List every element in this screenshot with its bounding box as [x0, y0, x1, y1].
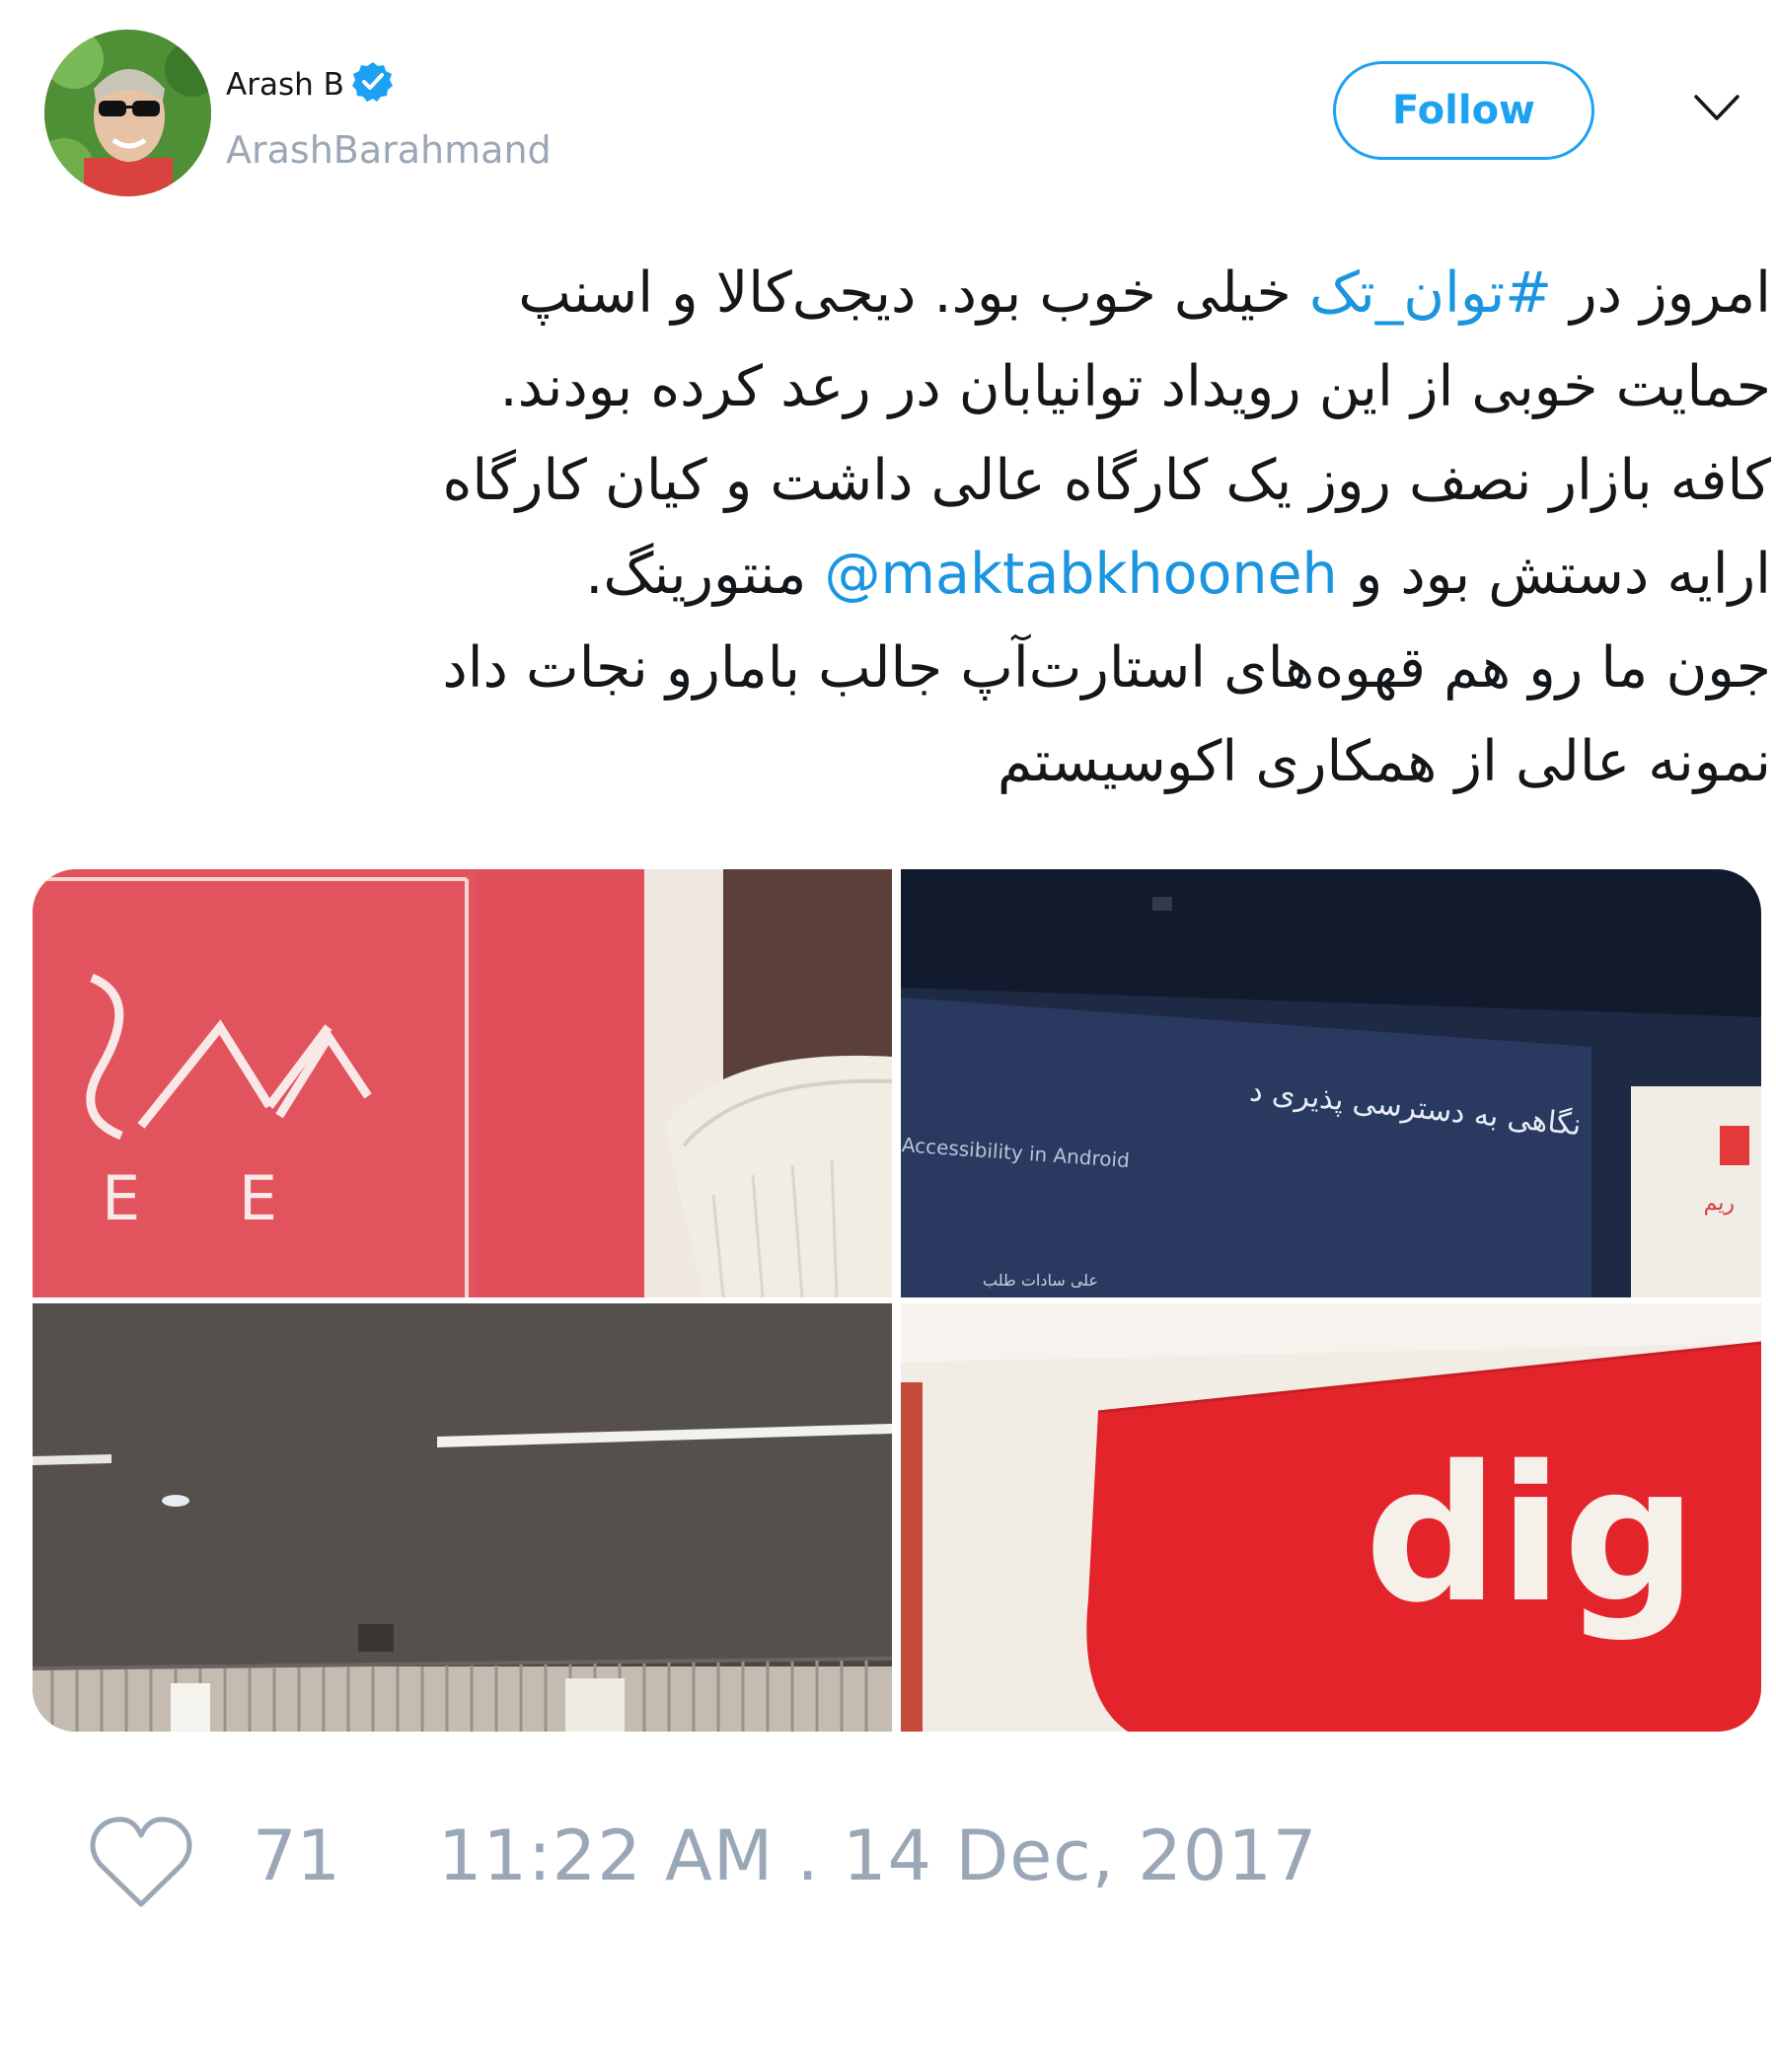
- tweet-line-3: کافه بازار نصف روز یک کارگاه عالی داشت و…: [442, 448, 1771, 513]
- tweet-line-2: حمایت خوبی از این رویداد توانیابان در رع…: [499, 354, 1771, 419]
- coffee-sign-letters: E E: [102, 1162, 317, 1234]
- tweet-line-4: ارایه دستش بود و @maktabkhooneh منتورینگ…: [585, 542, 1771, 607]
- display-name[interactable]: Arash B: [226, 67, 344, 103]
- avatar[interactable]: [44, 30, 211, 196]
- timestamp[interactable]: 11:22 AM . 14 Dec, 2017: [438, 1815, 1317, 1896]
- mention-link[interactable]: @maktabkhooneh: [825, 542, 1338, 607]
- tweet-line-6: نمونه عالی از همکاری اکوسیستم: [997, 729, 1771, 794]
- photo-coffee-sign[interactable]: E E: [33, 869, 892, 1297]
- hashtag-link[interactable]: #توان_تک: [1309, 260, 1552, 326]
- heart-icon[interactable]: [87, 1813, 195, 1912]
- tweet-text: امروز در #توان_تک خیلی خوب بود. دیجی‌کال…: [138, 247, 1771, 809]
- tweet-line-1: امروز در #توان_تک خیلی خوب بود. دیجی‌کال…: [518, 260, 1771, 326]
- photo-ceiling-lights[interactable]: [33, 1303, 892, 1732]
- chevron-down-icon[interactable]: [1692, 91, 1741, 126]
- digikala-logo-text: dig: [1365, 1426, 1697, 1644]
- like-count: 71: [253, 1815, 341, 1896]
- media-grid: E E نگاهی به دسترسی پذیری د Accessibilit…: [33, 869, 1761, 1732]
- follow-button[interactable]: Follow: [1333, 61, 1594, 160]
- verified-badge-icon: [352, 62, 393, 102]
- photo-digikala-banner[interactable]: dig: [901, 1303, 1761, 1732]
- slide-presenter-fa: علی سادات طلب: [983, 1271, 1098, 1290]
- photo-presentation-slide[interactable]: نگاهی به دسترسی پذیری د Accessibility in…: [901, 869, 1761, 1297]
- banner-text-fa: ریم: [1704, 1191, 1735, 1216]
- handle[interactable]: ArashBarahmand: [226, 128, 552, 172]
- tweet-line-5: جون ما رو هم قهوه‌های استارت‌آپ جالب بام…: [442, 635, 1771, 701]
